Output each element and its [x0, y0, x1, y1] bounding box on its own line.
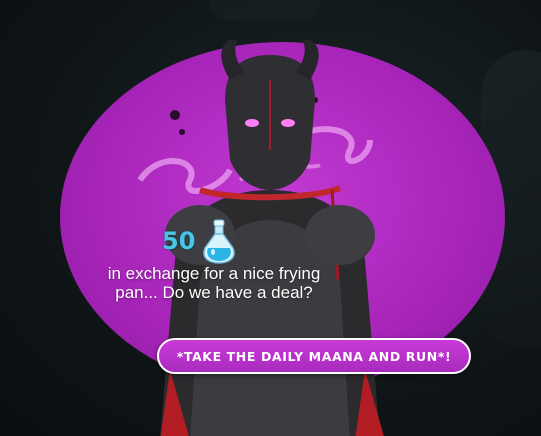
game-scene: 50 in exchange for a nice frying pan... … [0, 0, 541, 436]
dialog-text: in exchange for a nice frying pan... Do … [107, 264, 321, 302]
reward-amount: 50 [162, 227, 196, 255]
reward-display: 50 [162, 218, 237, 264]
background-shape [210, 0, 320, 20]
take-daily-maana-button[interactable]: *TAKE THE DAILY MAANA AND RUN*! [157, 338, 471, 374]
potion-icon [203, 219, 236, 264]
